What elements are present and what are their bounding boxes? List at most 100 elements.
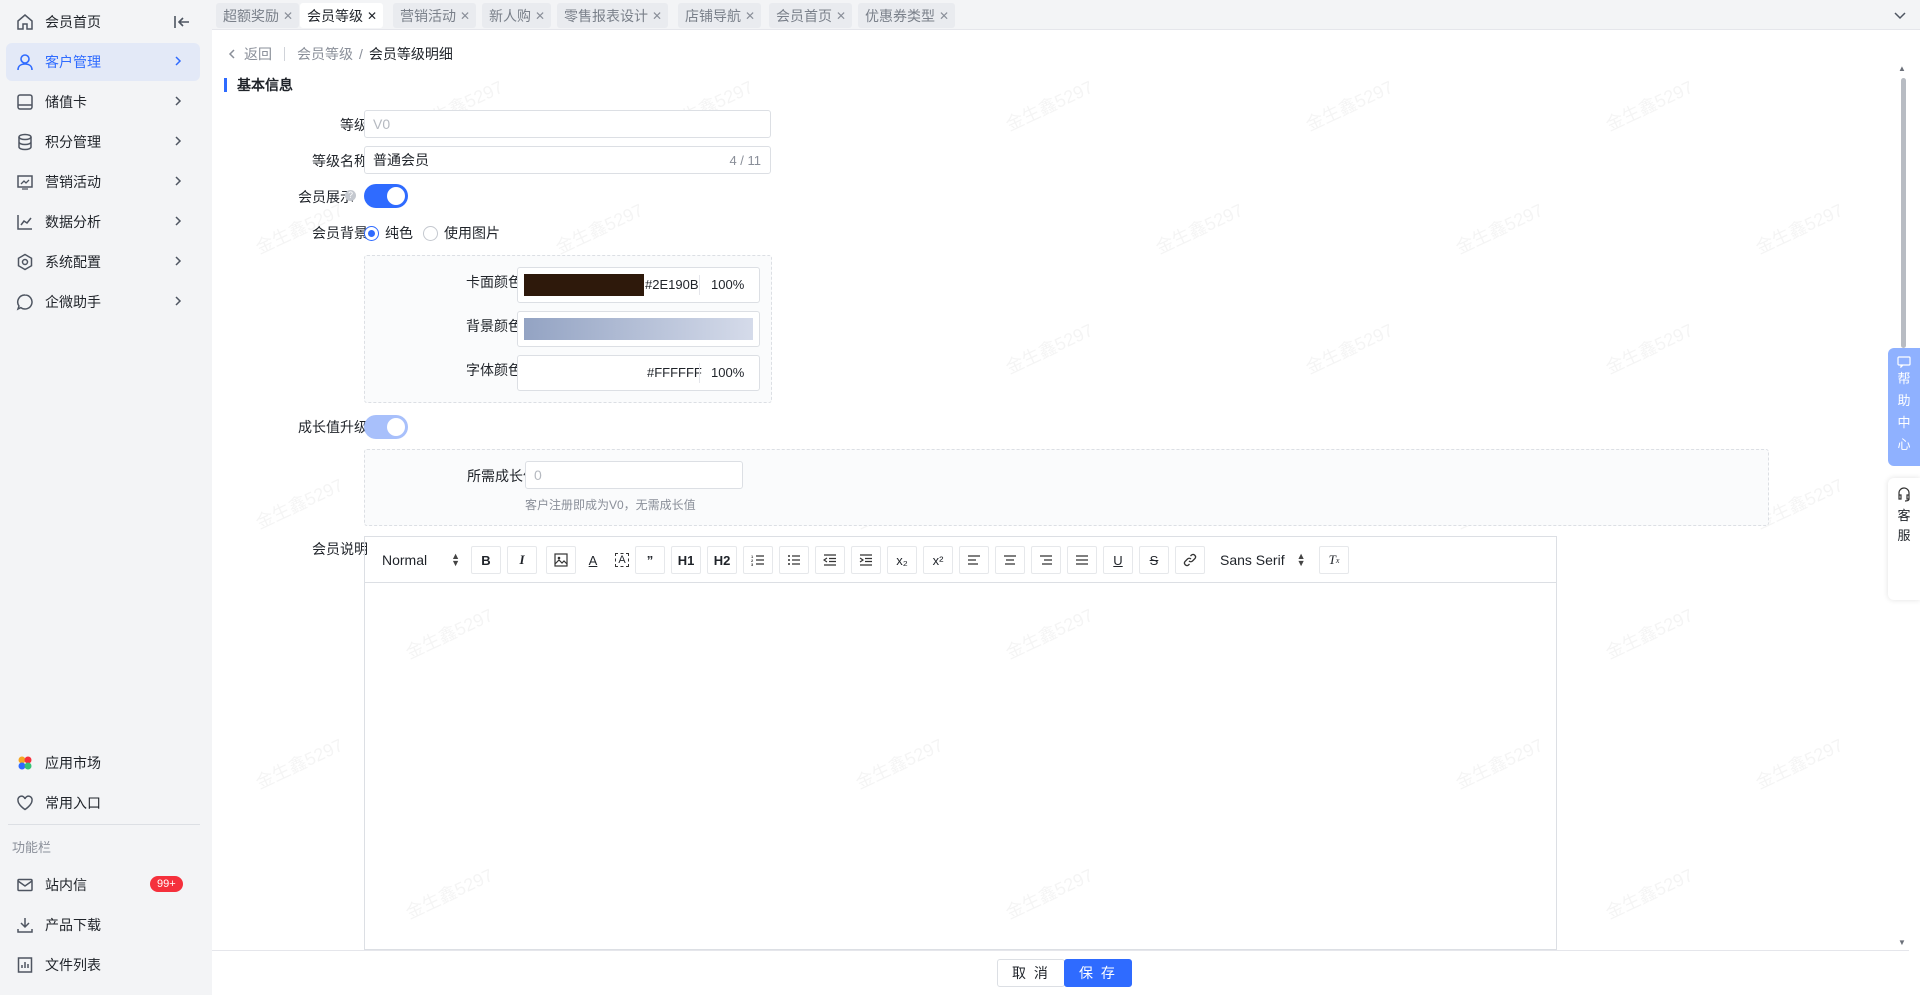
bg-solid-radio[interactable]: 纯色	[364, 223, 413, 243]
sidebar-item-points[interactable]: 积分管理	[6, 123, 200, 161]
align-justify-icon[interactable]	[1067, 546, 1097, 574]
blockquote-icon[interactable]: ”	[635, 546, 665, 574]
h1-icon[interactable]: H1	[671, 546, 701, 574]
sidebar-item-label: 文件列表	[45, 957, 101, 973]
italic-icon[interactable]: I	[507, 546, 537, 574]
bg-color-gradient-swatch[interactable]	[524, 318, 753, 340]
sidebar-item-stored-card[interactable]: 储值卡	[6, 83, 200, 121]
chevron-down-icon[interactable]	[1890, 5, 1910, 25]
align-left-icon[interactable]	[959, 546, 989, 574]
breadcrumb: 返回 会员等级 / 会员等级明细	[226, 44, 453, 64]
sidebar-item-marketing[interactable]: 营销活动	[6, 163, 200, 201]
outdent-icon[interactable]	[815, 546, 845, 574]
required-growth-input[interactable]: 0	[525, 461, 743, 489]
link-icon[interactable]	[1175, 546, 1205, 574]
font-family-select[interactable]: Sans Serif ▲ ▼	[1220, 546, 1306, 574]
scroll-down-icon[interactable]: ▼	[1898, 938, 1906, 947]
sidebar-item-app-market[interactable]: 应用市场	[6, 744, 200, 782]
sidebar-item-files[interactable]: 文件列表	[6, 946, 200, 984]
align-center-icon[interactable]	[995, 546, 1025, 574]
card-color-swatch[interactable]	[524, 274, 644, 296]
help-icon[interactable]: ?	[345, 190, 356, 201]
underline-icon[interactable]: U	[1103, 546, 1133, 574]
background-color-icon[interactable]: A	[607, 546, 637, 574]
font-color-picker[interactable]: #FFFFFF 100%	[517, 355, 760, 391]
watermark: 金生鑫5297	[251, 731, 347, 794]
card-color-picker[interactable]: #2E190B 100%	[517, 267, 760, 303]
close-icon[interactable]: ✕	[283, 9, 293, 23]
close-icon[interactable]: ✕	[939, 9, 949, 23]
bullet-list-icon[interactable]	[779, 546, 809, 574]
tab-retail-report[interactable]: 零售报表设计 ✕	[557, 3, 669, 28]
tab-store-nav[interactable]: 店铺导航 ✕	[678, 3, 762, 28]
close-icon[interactable]: ✕	[745, 9, 755, 23]
back-link[interactable]: 返回	[226, 44, 272, 64]
indent-icon[interactable]	[851, 546, 881, 574]
sidebar-item-favorites[interactable]: 常用入口	[6, 784, 200, 822]
font-color-opacity: 100%	[711, 365, 745, 380]
subscript-icon[interactable]: x₂	[887, 546, 917, 574]
radio-label: 纯色	[385, 225, 413, 241]
help-center-float-button[interactable]: 帮 助 中 心	[1888, 348, 1920, 466]
sidebar-item-customer[interactable]: 客户管理	[6, 43, 200, 81]
tab-excess-reward[interactable]: 超额奖励 ✕	[216, 3, 300, 28]
settings-icon	[15, 252, 35, 272]
superscript-icon[interactable]: x²	[923, 546, 953, 574]
tab-member-level[interactable]: 会员等级 ✕	[300, 3, 384, 28]
scroll-up-icon[interactable]: ▲	[1898, 64, 1906, 73]
font-color-swatch[interactable]	[524, 362, 644, 384]
scrollbar-thumb[interactable]	[1901, 78, 1906, 348]
level-name-input[interactable]: 普通会员 4 / 11	[364, 146, 771, 174]
level-input[interactable]: V0	[364, 110, 771, 138]
sidebar-item-system-config[interactable]: 系统配置	[6, 243, 200, 281]
image-icon[interactable]	[546, 546, 576, 574]
watermark: 金生鑫5297	[1601, 316, 1697, 379]
tab-new-buy[interactable]: 新人购 ✕	[482, 3, 552, 28]
font-color-icon[interactable]: A	[578, 546, 608, 574]
sidebar-item-wecom-assistant[interactable]: 企微助手	[6, 283, 200, 321]
member-display-switch[interactable]	[364, 184, 408, 208]
close-icon[interactable]: ✕	[836, 9, 846, 23]
editor-body[interactable]	[365, 584, 1556, 949]
sidebar-item-member-home[interactable]: 会员首页	[6, 3, 200, 41]
close-icon[interactable]: ✕	[652, 9, 662, 23]
watermark: 金生鑫5297	[1751, 196, 1847, 259]
align-right-icon[interactable]	[1031, 546, 1061, 574]
form-footer: 取 消 保 存	[212, 950, 1909, 995]
tab-member-home[interactable]: 会员首页 ✕	[769, 3, 853, 28]
customer-service-float-button[interactable]: 客 服	[1888, 478, 1920, 600]
watermark: 金生鑫5297	[1301, 316, 1397, 379]
tab-coupon-type[interactable]: 优惠券类型 ✕	[858, 3, 956, 28]
font-color-label: 字体颜色	[466, 362, 522, 378]
clear-format-icon[interactable]: Tx	[1319, 546, 1349, 574]
watermark: 金生鑫5297	[1451, 196, 1547, 259]
ordered-list-icon[interactable]: 123	[743, 546, 773, 574]
download-icon	[15, 915, 35, 935]
required-growth-placeholder: 0	[534, 467, 542, 483]
breadcrumb-current: 会员等级明细	[368, 46, 453, 62]
strikethrough-icon[interactable]: S	[1139, 546, 1169, 574]
save-button[interactable]: 保 存	[1064, 959, 1132, 987]
close-icon[interactable]: ✕	[535, 9, 545, 23]
watermark: 金生鑫5297	[1301, 73, 1397, 136]
service-text: 客	[1897, 508, 1911, 523]
sidebar-item-analytics[interactable]: 数据分析	[6, 203, 200, 241]
sidebar-item-label: 产品下载	[45, 917, 101, 933]
chevron-right-icon	[170, 293, 186, 309]
close-icon[interactable]: ✕	[460, 9, 470, 23]
bg-image-radio[interactable]: 使用图片	[423, 223, 500, 243]
tab-label: 超额奖励	[223, 7, 279, 24]
tab-marketing[interactable]: 营销活动 ✕	[393, 3, 477, 28]
radio-checked	[364, 225, 379, 241]
h2-icon[interactable]: H2	[707, 546, 737, 574]
breadcrumb-parent[interactable]: 会员等级	[297, 44, 353, 64]
watermark: 金生鑫5297	[1601, 73, 1697, 136]
bg-color-picker[interactable]	[517, 311, 760, 347]
bold-icon[interactable]: B	[471, 546, 501, 574]
messages-count-badge: 99+	[150, 876, 183, 892]
header-format-select[interactable]: Normal ▲ ▼	[382, 546, 460, 574]
cancel-button[interactable]: 取 消	[997, 959, 1065, 987]
growth-upgrade-switch[interactable]	[364, 415, 408, 439]
close-icon[interactable]: ✕	[367, 9, 377, 23]
sidebar-item-download[interactable]: 产品下载	[6, 906, 200, 944]
